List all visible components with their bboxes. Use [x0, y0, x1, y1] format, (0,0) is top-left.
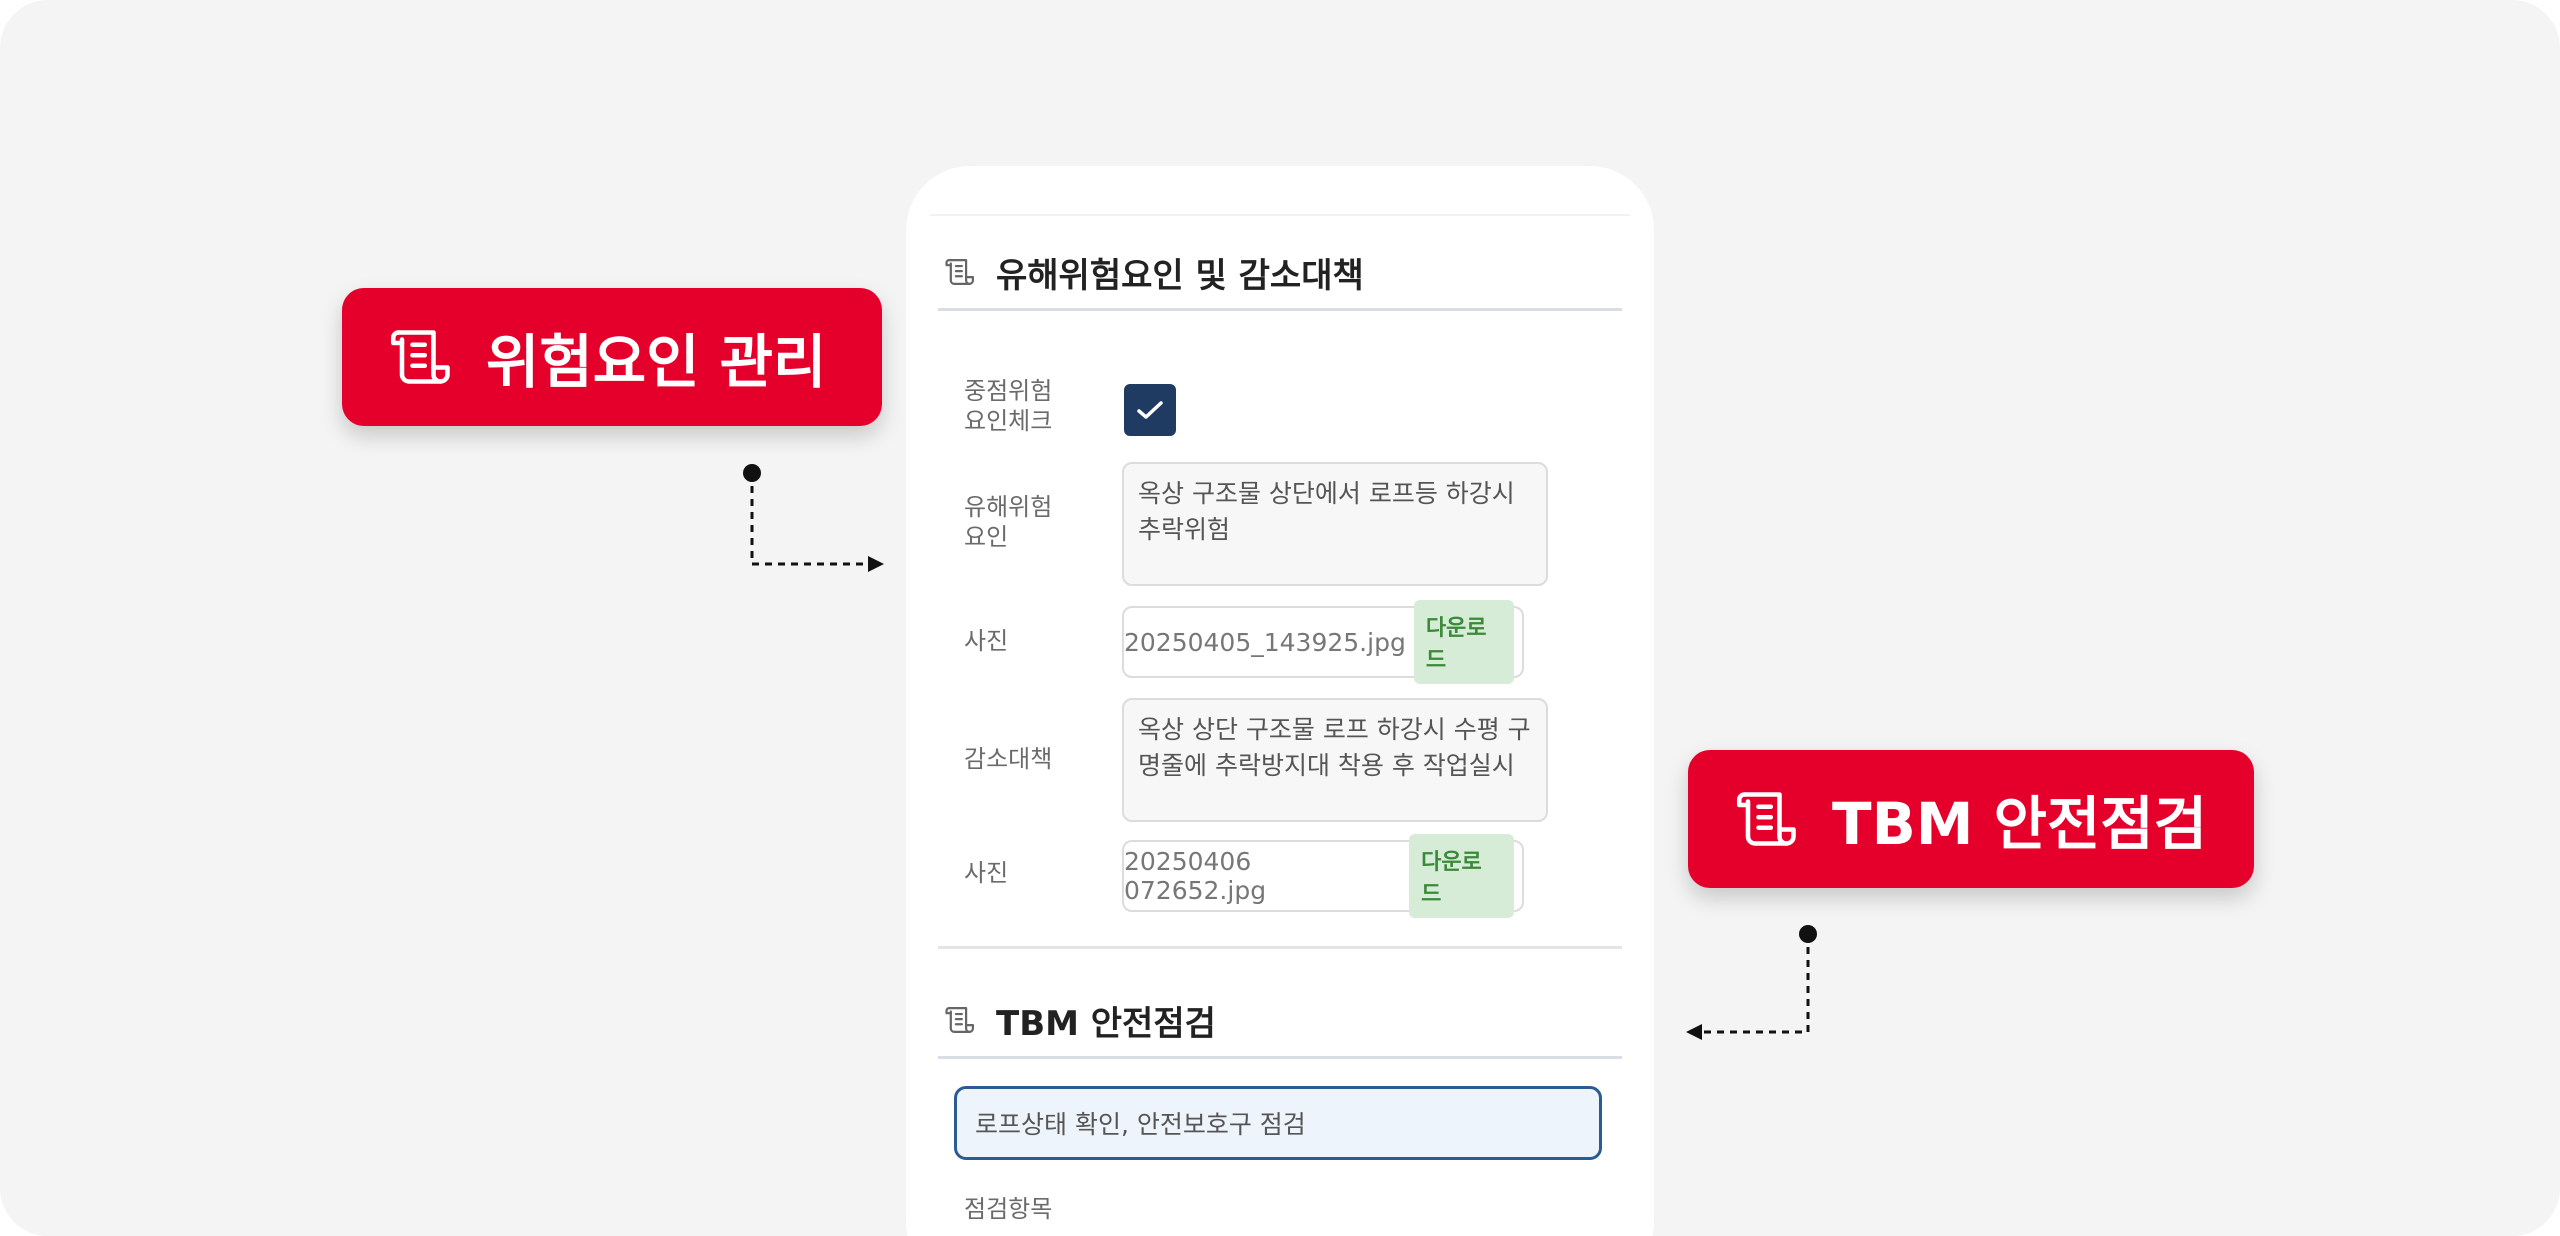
- photo1-file-field[interactable]: 20250405_143925.jpg 다운로드: [1122, 600, 1524, 684]
- phone-screen: 유해위험요인 및 감소대책 중점위험 요인체크 유해위험 요인 옥상 구조물 상…: [906, 166, 1654, 1236]
- canvas: 위험요인 관리 TBM 안전점검 유해위험요인 및 감소대책 중점위험 요인체크…: [0, 0, 2560, 1236]
- tbm-connector: [1686, 925, 1817, 1040]
- tbm-section-title: TBM 안전점검: [996, 1003, 1216, 1044]
- hazard-section-header: 유해위험요인 및 감소대책: [938, 236, 1622, 311]
- photo1-file-name: 20250405_143925.jpg: [1124, 627, 1406, 657]
- photo2-download-button[interactable]: 다운로드: [1409, 834, 1514, 918]
- photo1-download-button[interactable]: 다운로드: [1413, 600, 1514, 684]
- priority-checkbox[interactable]: [1124, 384, 1176, 436]
- scroll-document-icon: [390, 330, 450, 384]
- risk-connector: [743, 464, 884, 572]
- photo2-file-field[interactable]: 20250406 072652.jpg 다운로드: [1122, 834, 1524, 918]
- reduction-measure-label: 감소대책: [964, 745, 1053, 773]
- check-items-label: 점검항목: [964, 1195, 1053, 1223]
- priority-check-label: 중점위험 요인체크: [964, 377, 1053, 435]
- scroll-document-icon: [1736, 792, 1796, 846]
- checkmark-icon: [1137, 401, 1163, 419]
- top-divider: [930, 214, 1630, 216]
- hazard-section-title: 유해위험요인 및 감소대책: [996, 255, 1364, 296]
- risk-management-label: 위험요인 관리: [486, 328, 827, 396]
- photo1-label: 사진: [964, 627, 1009, 655]
- tbm-inspection-callout: TBM 안전점검: [1688, 750, 2254, 888]
- tbm-inspection-label: TBM 안전점검: [1832, 790, 2208, 858]
- hazard-factor-label: 유해위험 요인: [964, 493, 1053, 551]
- scroll-document-icon: [945, 1006, 975, 1034]
- tbm-check-input[interactable]: 로프상태 확인, 안전보호구 점검: [954, 1086, 1602, 1160]
- photo2-file-name: 20250406 072652.jpg: [1124, 847, 1267, 905]
- hazard-factor-textarea[interactable]: 옥상 구조물 상단에서 로프등 하강시 추락위험: [1122, 462, 1548, 586]
- risk-management-callout: 위험요인 관리: [342, 288, 882, 426]
- reduction-measure-textarea[interactable]: 옥상 상단 구조물 로프 하강시 수평 구명줄에 추락방지대 착용 후 작업실시: [1122, 698, 1548, 822]
- tbm-section-header: TBM 안전점검: [938, 984, 1622, 1059]
- section-divider: [938, 946, 1622, 949]
- photo2-label: 사진: [964, 859, 1009, 887]
- scroll-document-icon: [945, 258, 975, 286]
